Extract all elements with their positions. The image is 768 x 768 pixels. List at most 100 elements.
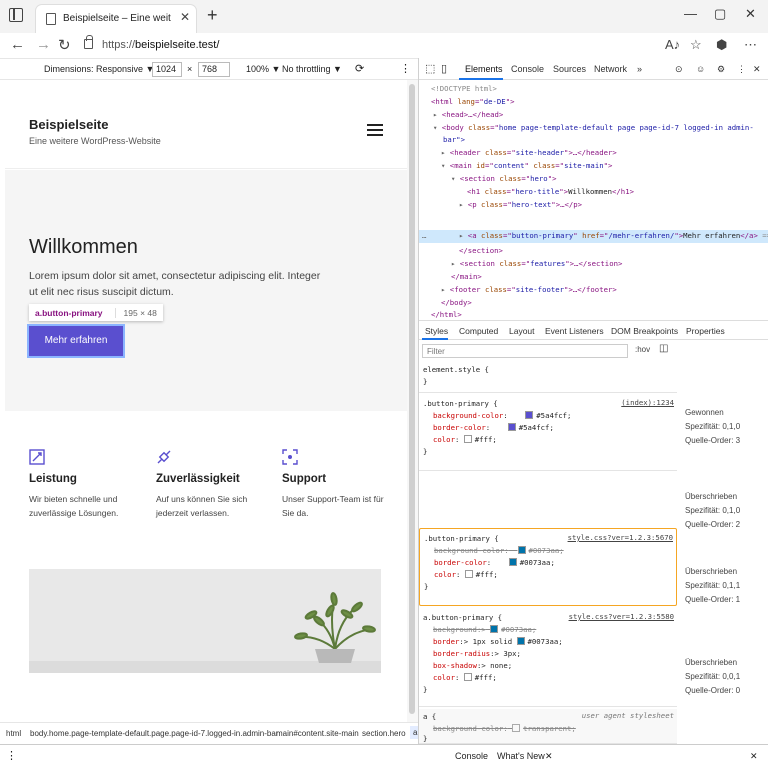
feature-title: Support [282,473,327,485]
subtab-properties[interactable]: Properties [686,326,725,336]
drawer-menu-icon[interactable]: ⋮ [6,749,17,762]
decl-border[interactable]: border:> 1px solid #0073aa; [433,636,563,648]
hover-state-toggle[interactable]: :hov [635,345,650,354]
extensions-icon[interactable]: ⬢ [716,37,727,53]
rule-selector[interactable]: .button-primary { [424,533,499,545]
decl-box-shadow[interactable]: box-shadow:> none; [433,660,512,672]
decl-background-color-overridden[interactable]: background-color: transparent; [433,723,576,735]
throttling-dropdown[interactable]: No throttling ▼ [282,64,342,74]
dimensions-dropdown[interactable]: Dimensions: Responsive ▼ [44,64,154,74]
dom-node-h1[interactable]: <h1 class="hero-title">Willkommen</h1> [467,186,634,198]
height-input[interactable]: 768 [198,62,230,77]
favorite-star-icon[interactable]: ☆ [690,37,702,53]
decl-color[interactable]: color: #fff; [433,434,497,446]
decl-border-color[interactable]: border-color: #0073aa; [434,557,555,569]
site-title[interactable]: Beispielseite [29,117,109,132]
rule-source-link[interactable]: style.css?ver=1.2.3:5580 [569,612,674,621]
dom-doctype[interactable]: <!DOCTYPE html> [431,83,497,95]
tab-elements[interactable]: Elements [465,64,503,74]
tab-sources[interactable]: Sources [553,64,586,74]
rotate-icon[interactable]: ⟳ [355,62,364,75]
width-input[interactable]: 1024 [152,62,182,77]
viewport-scroll-thumb[interactable] [409,84,415,714]
decl-background-color-overridden[interactable]: background-color: #0073aa; [434,545,564,557]
inspect-element-icon[interactable]: ⬚ [425,62,435,75]
close-window-icon[interactable]: ✕ [745,6,756,22]
breadcrumb-item[interactable]: main#content.site-main [276,729,359,738]
dom-node-header[interactable]: ▸ <header class="site-header">…</header> [441,147,617,159]
drawer-close-icon[interactable]: ✕ [750,751,758,762]
device-more-icon[interactable]: ⋮ [400,62,411,75]
dom-node-body[interactable]: ▾ <body class="home page-template-defaul… [433,122,754,134]
decl-color[interactable]: color: #fff; [433,672,497,684]
rule-selector[interactable]: a { [423,711,436,723]
breadcrumb-item[interactable]: html [6,729,21,738]
subtab-computed[interactable]: Computed [459,326,498,336]
browser-tab[interactable]: Beispielseite – Eine weitere Word ✕ [36,5,196,33]
dom-node-a-selected[interactable]: ▸ <a class="button-primary" href="/mehr-… [459,230,768,242]
decl-border-radius[interactable]: border-radius:> 3px; [433,648,521,660]
breadcrumb-item-selected[interactable]: a.button-primary [410,726,418,739]
dom-node-section-close[interactable]: </section> [459,245,503,257]
devtools-close-icon[interactable]: ✕ [753,64,761,75]
settings-gear-icon[interactable]: ⚙ [717,64,725,75]
devtools-more-icon[interactable]: ⋮ [737,64,746,75]
breadcrumb-item[interactable]: section.hero [362,729,406,738]
tab-network[interactable]: Network [594,64,627,74]
styles-filter-input[interactable]: Filter [422,344,628,358]
dom-node-section-features[interactable]: ▸ <section class="features">…</section> [451,258,622,270]
dom-node-main-close[interactable]: </main> [451,271,482,283]
dom-node-footer[interactable]: ▸ <footer class="site-footer">…</footer> [441,284,617,296]
styles-rules: element.style { } .button-primary { (ind… [419,360,677,744]
rule-source-link[interactable]: (index):1234 [621,398,674,407]
decl-background-color[interactable]: background-color: #5a4fcf; [433,410,571,422]
subtab-layout[interactable]: Layout [509,326,535,336]
mehr-erfahren-button[interactable]: Mehr erfahren [27,324,125,358]
lock-icon[interactable] [84,35,93,49]
dom-node-section-hero[interactable]: ▾ <section class="hero"> [451,173,556,185]
maximize-icon[interactable]: ▢ [714,6,726,22]
issues-icon[interactable]: ⊙ [675,64,683,75]
subtab-event-listeners[interactable]: Event Listeners [545,326,604,336]
read-aloud-icon[interactable]: A♪ [665,37,680,52]
device-toggle-icon[interactable]: ▯ [441,62,447,75]
reload-icon[interactable]: ↻ [58,36,71,54]
drawer-tab-console[interactable]: Console [455,751,488,761]
emulated-viewport: Beispielseite Eine weitere WordPress-Web… [0,80,418,722]
more-tabs-icon[interactable]: » [637,64,642,74]
dom-node-head[interactable]: ▸ <head>…</head> [433,109,503,121]
tab-console[interactable]: Console [511,64,544,74]
subtab-dom-breakpoints[interactable]: DOM Breakpoints [611,326,678,336]
computed-sidebar-icon[interactable]: ◫ [659,343,668,354]
dom-node-body-cont[interactable]: bar"> [443,134,465,146]
tab-close-icon[interactable]: ✕ [180,10,190,24]
url-text[interactable]: https://beispielseite.test/ [102,39,219,51]
dom-selected-dots[interactable]: … [422,230,426,242]
address-bar[interactable]: https://beispielseite.test/ [78,35,648,56]
minimize-icon[interactable]: — [684,6,697,21]
decl-border-color[interactable]: border-color: #5a4fcf; [433,422,554,434]
zoom-dropdown[interactable]: 100% ▼ [246,64,280,74]
sidebar-toggle-icon[interactable] [9,8,23,22]
dom-node-body-close[interactable]: </body> [441,297,472,309]
drawer-tab-whats-new[interactable]: What's New [497,751,545,761]
drawer-tab-close-icon[interactable]: ✕ [545,751,553,762]
rule-selector[interactable]: a.button-primary { [423,612,502,624]
menu-hamburger-icon[interactable] [367,124,383,136]
subtab-styles[interactable]: Styles [425,326,448,336]
new-tab-button[interactable]: + [207,5,218,26]
menu-dots-icon[interactable]: ⋯ [744,37,757,53]
rule-source-link[interactable]: style.css?ver=1.2.3:5670 [568,533,673,542]
back-icon[interactable]: ← [10,36,25,53]
decl-color[interactable]: color: #fff; [434,569,498,581]
rule-close-brace: } [423,447,428,456]
breadcrumb-item[interactable]: body.home.page-template-default.page.pag… [30,729,278,738]
rule-selector[interactable]: .button-primary { [423,398,498,410]
dom-node-p[interactable]: ▸ <p class="hero-text">…</p> [459,199,582,211]
rule-selector[interactable]: element.style { [423,364,489,376]
decl-background-overridden[interactable]: background:> #0073aa; [433,624,536,636]
feedback-icon[interactable]: ☺ [696,64,705,74]
forward-icon[interactable]: → [36,36,51,53]
dom-node-main[interactable]: ▾ <main id="content" class="site-main"> [441,160,612,172]
dom-node-html[interactable]: <html lang="de-DE"> [431,96,515,108]
